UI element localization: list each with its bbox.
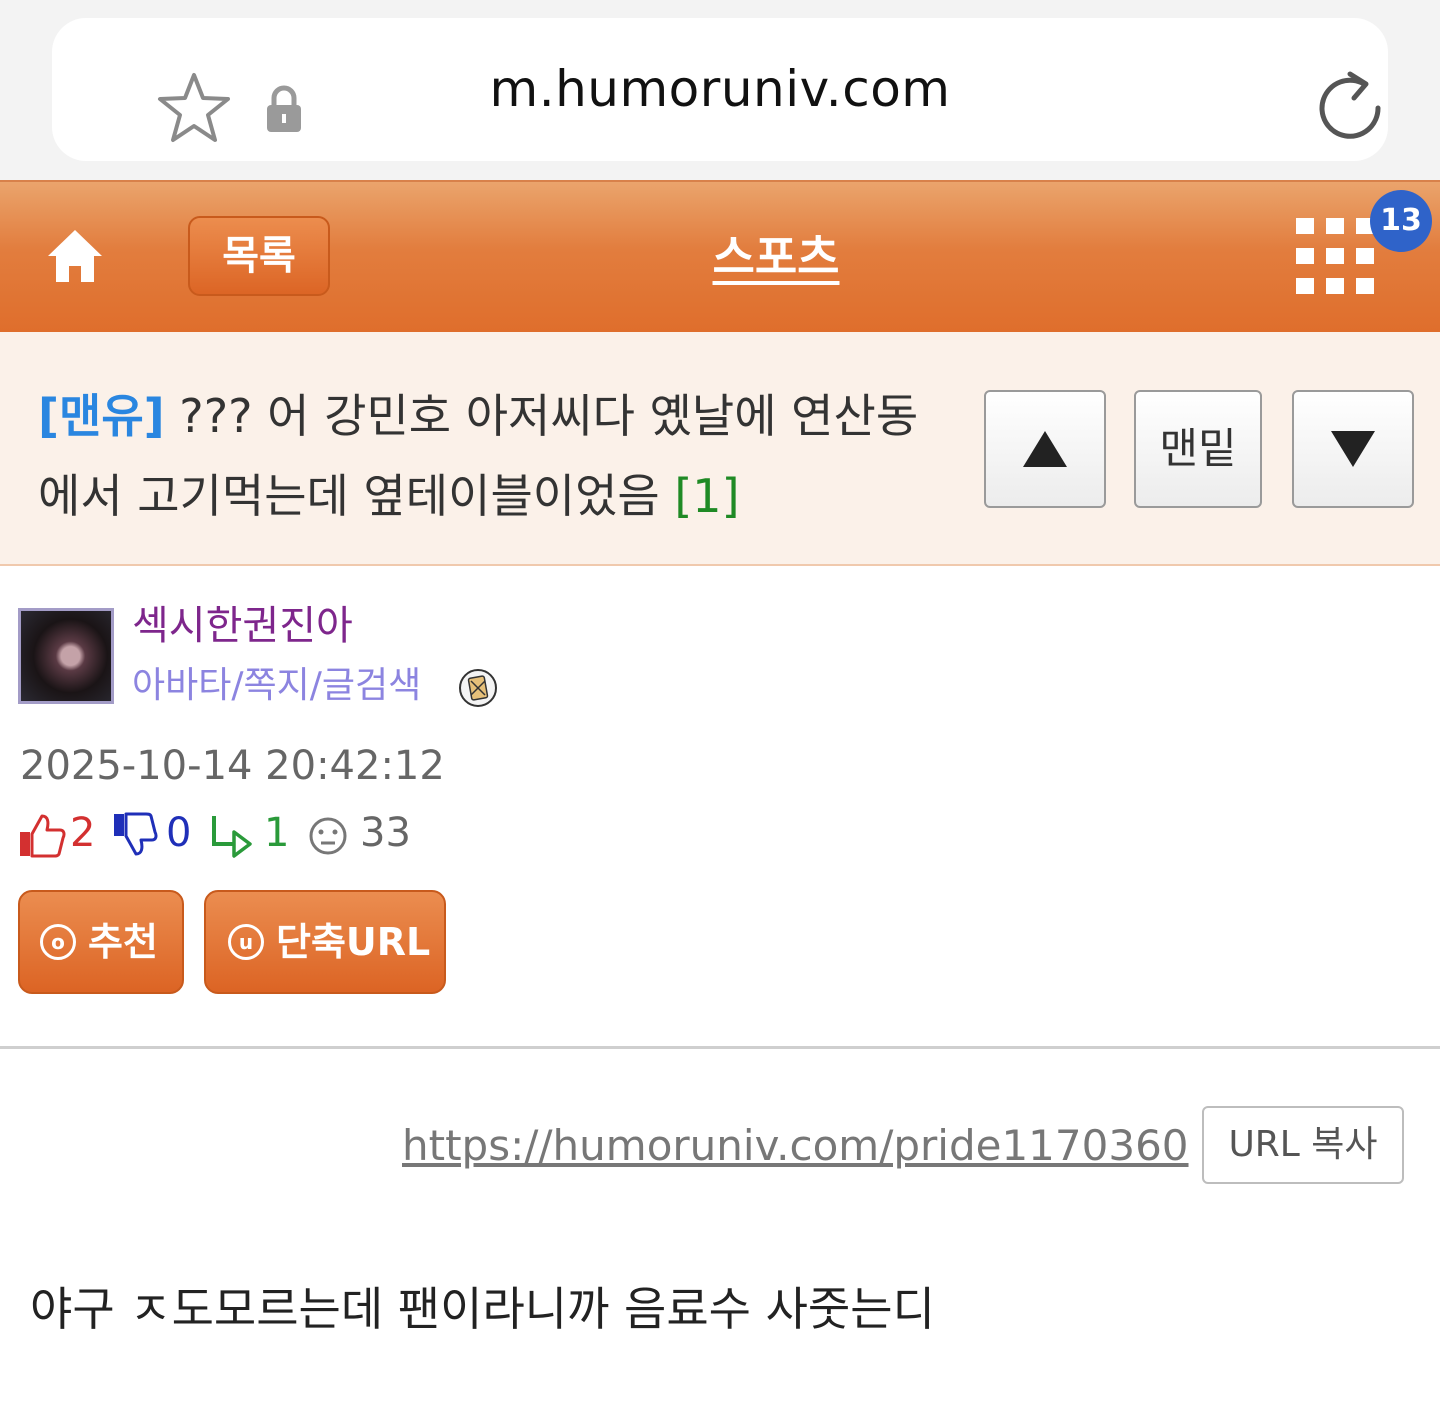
board-title[interactable]: 스포츠 xyxy=(640,222,912,292)
recommend-label: 추천 xyxy=(88,920,158,964)
recommend-button[interactable]: o 추천 xyxy=(18,890,184,994)
arrow-down-icon xyxy=(1331,431,1375,467)
copy-url-button[interactable]: URL 복사 xyxy=(1202,1106,1404,1184)
site-header: 목록 스포츠 13 xyxy=(0,180,1440,332)
post-category: [맨유] xyxy=(38,389,165,443)
thumbs-up-icon[interactable] xyxy=(18,812,66,858)
author-name[interactable]: 섹시한권진아 xyxy=(132,600,353,652)
browser-toolbar: m.humoruniv.com xyxy=(0,0,1440,180)
author-links[interactable]: 아바타/쪽지/글검색 xyxy=(132,660,421,712)
post-title-area: [맨유] ??? 어 강민호 아저씨다 옜날에 연산동에서 고기먹는데 옆테이블… xyxy=(0,332,1440,566)
post-date: 2025-10-14 20:42:12 xyxy=(20,743,445,789)
post-body: 야구 ㅈ도모르는데 팬이라니까 음료수 사줏는디 xyxy=(30,1282,935,1336)
view-count: 33 xyxy=(360,810,411,856)
reload-icon[interactable] xyxy=(1314,68,1386,144)
thumbs-down-icon[interactable] xyxy=(112,812,158,858)
short-url-button[interactable]: u 단축URL xyxy=(204,890,446,994)
dislike-count: 0 xyxy=(166,810,192,856)
short-url-icon: u xyxy=(228,923,264,960)
prev-post-button[interactable] xyxy=(984,390,1106,508)
notification-badge[interactable]: 13 xyxy=(1370,190,1432,252)
view-count-icon xyxy=(309,817,347,855)
home-icon[interactable] xyxy=(44,224,106,286)
menu-grid-icon[interactable] xyxy=(1296,218,1374,294)
next-post-button[interactable] xyxy=(1292,390,1414,508)
address-bar[interactable]: m.humoruniv.com xyxy=(52,18,1388,161)
arrow-up-icon xyxy=(1023,431,1067,467)
avatar[interactable] xyxy=(18,608,114,704)
list-button[interactable]: 목록 xyxy=(188,216,330,296)
like-count: 2 xyxy=(70,810,96,856)
divider xyxy=(0,1046,1440,1049)
post-title-text: ??? 어 강민호 아저씨다 옜날에 연산동에서 고기먹는데 옆테이블이었음 xyxy=(38,389,919,523)
level-badge-icon xyxy=(459,669,497,707)
reply-icon xyxy=(212,816,252,858)
url-text[interactable]: m.humoruniv.com xyxy=(52,18,1388,161)
short-url-label: 단축URL xyxy=(276,920,431,964)
scroll-bottom-button[interactable]: 맨밑 xyxy=(1134,390,1262,508)
comment-count[interactable]: [1] xyxy=(674,469,739,523)
recommend-icon: o xyxy=(40,923,76,960)
post-title: [맨유] ??? 어 강민호 아저씨다 옜날에 연산동에서 고기먹는데 옆테이블… xyxy=(38,376,938,536)
post-short-url-link[interactable]: https://humoruniv.com/pride1170360 xyxy=(402,1118,1189,1174)
reply-count: 1 xyxy=(264,810,290,856)
